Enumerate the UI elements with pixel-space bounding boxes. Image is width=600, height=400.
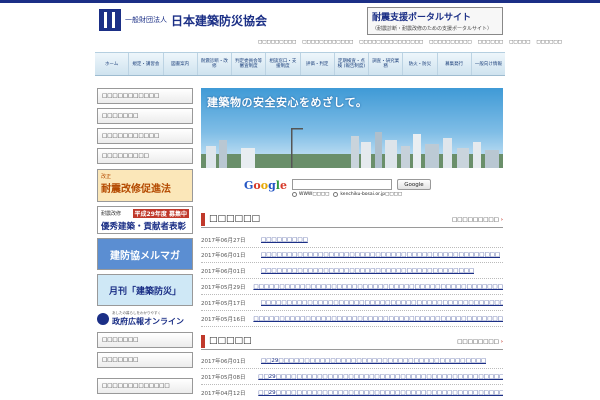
- news-row: 2017年05月29日 □□□□□□□□□□□□□□□□□□□□□□□□□□□□□…: [201, 280, 503, 295]
- top-accent-bar: [0, 0, 600, 3]
- utility-link[interactable]: □□□□□□: [536, 40, 562, 45]
- section-marker: [201, 335, 205, 348]
- banner-mailmag-label: 建防協メルマガ: [110, 250, 180, 262]
- section2-date: 2017年04月12日: [201, 391, 246, 397]
- banner-monthly[interactable]: 月刊「建築防災」: [97, 274, 193, 306]
- sidebar-link[interactable]: □□□□□□□□□□□: [97, 88, 193, 104]
- section2-header: □□□□□ □□□□□□□□: [201, 334, 503, 350]
- banner-seismic-law-title: 耐震改修促進法: [101, 184, 171, 195]
- nav-consultation[interactable]: 相談窓口・支援制度: [266, 53, 301, 75]
- news-date: 2017年06月01日: [201, 269, 246, 275]
- news-link[interactable]: □□□□□□□□□□□□□□□□□□□□□□□□□□□□□□□□□□□□□□□□…: [261, 300, 503, 306]
- news-date: 2017年05月29日: [201, 285, 246, 291]
- section2-row: 2017年04月12日 □□29□□□□□□□□□□□□□□□□□□□□□□□□□…: [201, 386, 503, 400]
- utility-link[interactable]: □□□□□□: [478, 40, 504, 45]
- banner-seismic-law[interactable]: 改正 耐震改修促進法: [97, 169, 193, 202]
- banner-seismic-law-small: 改正: [101, 174, 112, 180]
- nav-regulations[interactable]: 規定・講習会: [129, 53, 164, 75]
- hero-banner: 建築物の安全安心をめざして。: [201, 88, 503, 168]
- nav-evaluation[interactable]: 評価・判定: [301, 53, 335, 75]
- sidebar-link[interactable]: □□□□□□□: [97, 108, 193, 124]
- banner-award[interactable]: 耐震改修 平成29年度 募集中 優秀建築・貢献者表彰: [97, 206, 193, 234]
- news-date: 2017年05月16日: [201, 317, 246, 323]
- nav-inspection[interactable]: 定期検査・点検 (報告制度): [335, 53, 369, 75]
- google-logo: Google: [244, 179, 287, 192]
- hero-slogan: 建築物の安全安心をめざして。: [207, 96, 368, 109]
- utility-link[interactable]: □□□□□: [509, 40, 530, 45]
- sidebar-link[interactable]: □□□□□□□□□: [97, 148, 193, 164]
- sidebar-link[interactable]: □□□□□□□: [97, 332, 193, 348]
- news-date: 2017年06月27日: [201, 238, 246, 244]
- portal-subtitle: （耐震診断・耐震改修のための支援ポータルサイト）: [372, 26, 493, 32]
- news-link[interactable]: □□□□□□□□□□□□□□□□□□□□□□□□□□□□□□□□□□□□□□□□…: [253, 284, 503, 290]
- nav-public-info[interactable]: 一般向け情報: [472, 53, 505, 75]
- nav-books[interactable]: 図書案内: [164, 53, 198, 75]
- news-row: 2017年06月01日 □□□□□□□□□□□□□□□□□□□□□□□□□□□□□…: [201, 264, 503, 279]
- news-header: □□□□□□ □□□□□□□□□: [201, 212, 503, 228]
- seismic-portal-banner[interactable]: 耐震支援ポータルサイト （耐震診断・耐震改修のための支援ポータルサイト）: [367, 7, 503, 35]
- utility-link[interactable]: □□□□□□□□□□□□□□□: [359, 40, 423, 45]
- sidebar-link[interactable]: □□□□□□□□□□□: [97, 128, 193, 144]
- utility-link[interactable]: □□□□□□□□□□□□: [302, 40, 353, 45]
- nav-committee[interactable]: 判定委員会等 審査制度: [232, 53, 267, 75]
- news-link[interactable]: □□□□□□□□□□□□□□□□□□□□□□□□□□□□□□□□□□□□□□□□…: [261, 268, 474, 274]
- site-logo[interactable]: 一般財団法人 日本建築防災協会: [99, 9, 267, 31]
- radio-site[interactable]: [333, 192, 339, 197]
- nav-seismic[interactable]: 耐震診断・改修: [198, 53, 232, 75]
- nav-home[interactable]: ホーム: [95, 53, 130, 75]
- banner-monthly-label: 月刊「建築防災」: [108, 286, 181, 297]
- news-row: 2017年05月16日 □□□□□□□□□□□□□□□□□□□□□□□□□□□□□…: [201, 312, 503, 327]
- news-link[interactable]: □□□□□□□□□□□□□□□□□□□□□□□□□□□□□□□□□□□□□□□□…: [253, 316, 503, 322]
- radio-site-label: kenchiku-bosai.or.jp□□□□: [340, 192, 403, 197]
- org-name: 日本建築防災協会: [171, 13, 268, 28]
- news-row: 2017年06月27日 □□□□□□□□□: [201, 233, 503, 248]
- nav-fire-disaster[interactable]: 防火・防災: [403, 53, 438, 75]
- nav-publications[interactable]: 募集発行: [438, 53, 472, 75]
- news-more-link[interactable]: □□□□□□□□□: [452, 217, 503, 223]
- google-search-button[interactable]: Google: [397, 179, 431, 190]
- section2-link[interactable]: □□29□□□□□□□□□□□□□□□□□□□□□□□□□□□□□□□□□□□□…: [258, 374, 503, 380]
- utility-link[interactable]: □□□□□□□□□: [258, 40, 296, 45]
- search-scope: WWW□□□□ kenchiku-bosai.or.jp□□□□: [292, 192, 402, 197]
- section2-title: □□□□□: [209, 336, 252, 346]
- logo-mark-icon: [99, 9, 121, 31]
- search-input[interactable]: [292, 179, 392, 190]
- news-link[interactable]: □□□□□□□□□□□□□□□□□□□□□□□□□□□□□□□□□□□□□□□□…: [261, 252, 500, 258]
- news-date: 2017年06月01日: [201, 253, 246, 259]
- section2-link[interactable]: □□29□□□□□□□□□□□□□□□□□□□□□□□□□□□□□□□□□□□□…: [258, 390, 503, 396]
- section2-row: 2017年06月01日 □□29□□□□□□□□□□□□□□□□□□□□□□□□□…: [201, 354, 503, 369]
- news-row: 2017年05月17日 □□□□□□□□□□□□□□□□□□□□□□□□□□□□□…: [201, 296, 503, 311]
- radio-www-label: WWW□□□□: [299, 192, 330, 197]
- radio-www[interactable]: [292, 192, 297, 197]
- sidebar-link[interactable]: □□□□□□□: [97, 352, 193, 368]
- news-title: □□□□□□: [209, 214, 261, 224]
- utility-links: □□□□□□□□□ □□□□□□□□□□□□ □□□□□□□□□□□□□□□ □…: [258, 40, 562, 45]
- banner-award-small: 耐震改修: [101, 211, 122, 217]
- section2-more-link[interactable]: □□□□□□□□: [457, 339, 503, 345]
- news-link[interactable]: □□□□□□□□□: [261, 237, 308, 243]
- section-marker: [201, 213, 205, 226]
- section2-link[interactable]: □□29□□□□□□□□□□□□□□□□□□□□□□□□□□□□□□□□□□□□…: [261, 358, 486, 364]
- global-nav: ホーム 規定・講習会 図書案内 耐震診断・改修 判定委員会等 審査制度 相談窓口…: [95, 52, 505, 76]
- utility-link[interactable]: □□□□□□□□□□: [429, 40, 472, 45]
- sidebar: □□□□□□□□□□□ □□□□□□□ □□□□□□□□□□□ □□□□□□□□…: [97, 88, 193, 398]
- gov-online-icon: [97, 312, 109, 325]
- banner-award-title: 優秀建築・貢献者表彰: [101, 222, 187, 232]
- portal-title: 耐震支援ポータルサイト: [372, 13, 472, 23]
- news-row: 2017年06月01日 □□□□□□□□□□□□□□□□□□□□□□□□□□□□□…: [201, 248, 503, 263]
- gov-online-title: 政府広報オンライン: [112, 316, 184, 326]
- banner-gov-online[interactable]: あしたの暮らしをわかりやすく 政府広報オンライン: [97, 310, 193, 327]
- banner-mailmag[interactable]: 建防協メルマガ: [97, 238, 193, 270]
- org-type-label: 一般財団法人: [125, 16, 167, 24]
- section2-date: 2017年05月08日: [201, 375, 246, 381]
- banner-award-badge: 平成29年度 募集中: [132, 209, 189, 218]
- nav-research[interactable]: 調査・研究業務: [369, 53, 404, 75]
- section2-date: 2017年06月01日: [201, 359, 246, 365]
- news-date: 2017年05月17日: [201, 301, 246, 307]
- section2-row: 2017年05月08日 □□29□□□□□□□□□□□□□□□□□□□□□□□□□…: [201, 370, 503, 385]
- city-skyline-image: [201, 128, 503, 168]
- sidebar-link[interactable]: □□□□□□□□□□□□□: [97, 378, 193, 394]
